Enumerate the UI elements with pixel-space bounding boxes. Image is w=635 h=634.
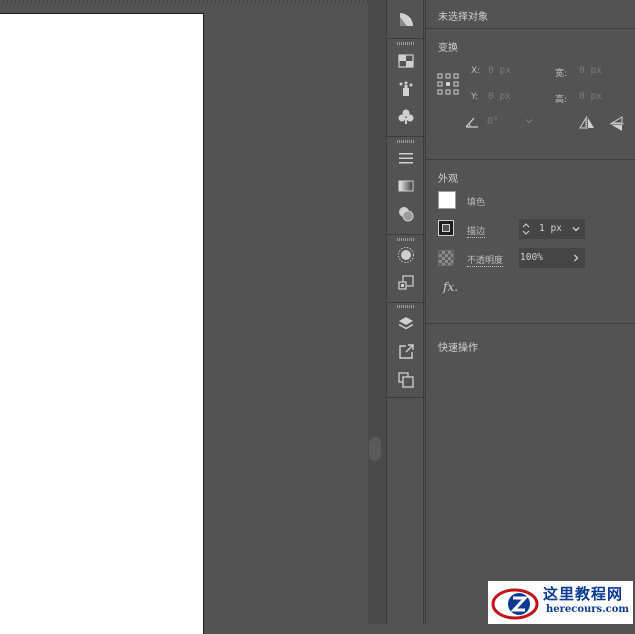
stroke-swatch[interactable] xyxy=(438,220,454,236)
gradient-icon[interactable] xyxy=(395,175,417,197)
artboards-icon[interactable] xyxy=(395,369,417,391)
export-icon[interactable] xyxy=(395,341,417,363)
club-symbol-icon[interactable] xyxy=(395,106,417,128)
appearance-sun-icon[interactable] xyxy=(395,244,417,266)
stroke-weight-value[interactable]: 1 px xyxy=(539,223,562,234)
panel-icon-bar xyxy=(386,0,425,624)
opacity-label[interactable]: 不透明度 xyxy=(467,253,504,267)
stroke-dropdown-icon[interactable] xyxy=(571,224,581,234)
watermark-logo xyxy=(490,583,540,623)
transform-section-title: 变换 xyxy=(438,43,458,54)
y-label: Y: xyxy=(471,92,479,102)
quick-actions-title: 快速操作 xyxy=(438,343,478,354)
watermark-url: herecours.com xyxy=(546,604,630,615)
stroke-weight-field[interactable]: 1 px xyxy=(519,219,585,239)
transparency-icon[interactable] xyxy=(395,203,417,225)
height-field[interactable]: 0 px xyxy=(579,91,602,102)
pie-graph-icon[interactable] xyxy=(395,9,417,31)
swatch-grid-icon[interactable] xyxy=(395,50,417,72)
layers-icon[interactable] xyxy=(395,313,417,335)
appearance-section-title: 外观 xyxy=(438,174,458,185)
collapse-handle[interactable] xyxy=(369,437,381,461)
align-lines-icon[interactable] xyxy=(395,147,417,169)
symbol-sprayer-icon[interactable] xyxy=(395,78,417,100)
opacity-icon xyxy=(438,250,454,266)
fx-effects-button[interactable]: fx. xyxy=(443,280,458,294)
watermark-title: 这里教程网 xyxy=(543,585,624,603)
angle-dropdown-icon[interactable] xyxy=(524,116,534,126)
stroke-label[interactable]: 描边 xyxy=(467,224,486,238)
image-trace-icon[interactable] xyxy=(395,272,417,294)
panel-header: 未选择对象 xyxy=(438,12,488,23)
ruler xyxy=(0,0,368,3)
properties-panel: 未选择对象 变换 X: 0 px 宽: 0 px Y: 0 px 高: 0 px… xyxy=(425,0,635,624)
opacity-arrow-icon[interactable] xyxy=(571,253,581,263)
stroke-stepper-icon[interactable] xyxy=(521,221,531,237)
opacity-field[interactable]: 100% xyxy=(519,248,585,268)
x-field[interactable]: 0 px xyxy=(488,65,511,76)
artboard[interactable] xyxy=(0,13,204,634)
width-label: 宽: xyxy=(555,69,568,79)
angle-icon xyxy=(465,116,479,128)
width-field[interactable]: 0 px xyxy=(579,65,602,76)
x-label: X: xyxy=(471,66,481,76)
panel-gap xyxy=(368,0,386,624)
fill-swatch[interactable] xyxy=(438,191,456,209)
fill-label: 填色 xyxy=(467,198,486,208)
reference-point-icon[interactable] xyxy=(437,73,459,95)
canvas-area[interactable] xyxy=(0,0,368,634)
flip-horizontal-icon[interactable] xyxy=(579,116,595,130)
flip-vertical-icon[interactable] xyxy=(610,116,624,132)
opacity-value[interactable]: 100% xyxy=(520,252,543,263)
y-field[interactable]: 0 px xyxy=(488,91,511,102)
height-label: 高: xyxy=(555,95,568,105)
angle-field[interactable]: 0° xyxy=(487,116,498,127)
